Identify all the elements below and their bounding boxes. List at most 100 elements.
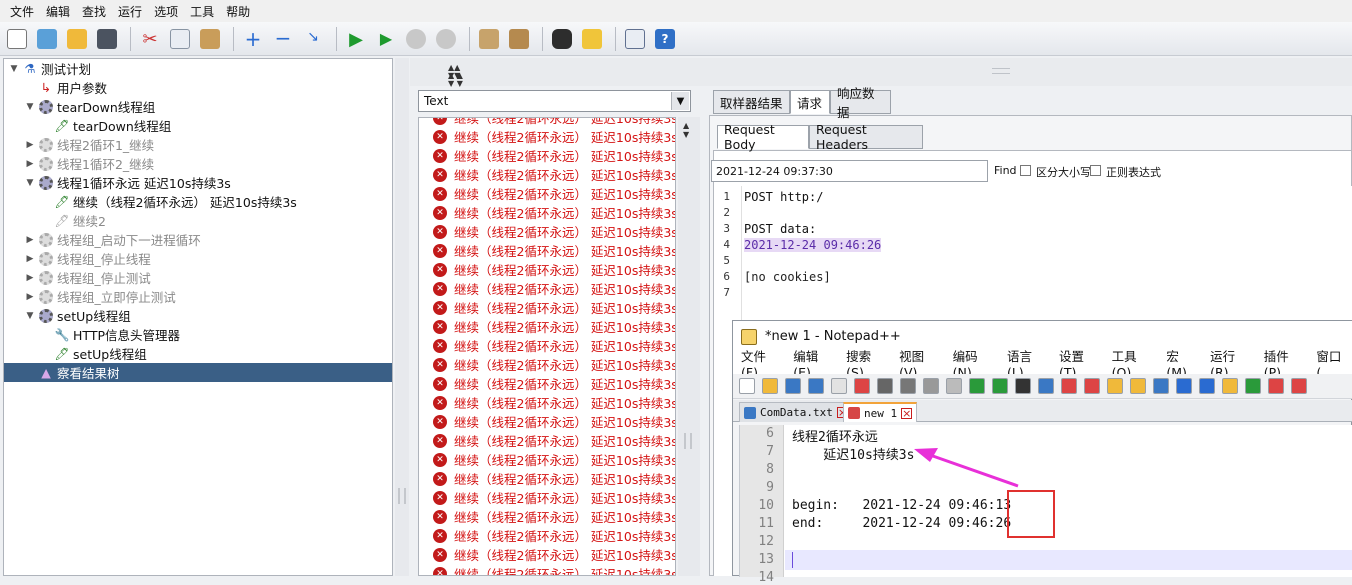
list-item[interactable]: ✕ 继续（线程2循环永远） 延迟10s持续3s — [433, 431, 675, 450]
tree-node[interactable]: ▶ 线程组_停止测试 — [4, 268, 151, 287]
list-item[interactable]: ✕ 继续（线程2循环永远） 延迟10s持续3s — [433, 450, 675, 469]
notepad-tool-icon[interactable] — [1038, 378, 1054, 394]
tree-node[interactable]: ▲ 察看结果树 — [4, 363, 392, 382]
list-item[interactable]: ✕ 继续（线程2循环永远） 延迟10s持续3s — [433, 374, 675, 393]
chevron-down-icon[interactable]: ▼ — [671, 92, 689, 110]
tree-node[interactable]: ▼ setUp线程组 — [4, 306, 131, 325]
list-item[interactable]: ✕ 继续（线程2循环永远） 延迟10s持续3s — [433, 222, 675, 241]
regex-checkbox[interactable] — [1090, 165, 1101, 176]
list-item[interactable]: ✕ 继续（线程2循环永远） 延迟10s持续3s — [433, 317, 675, 336]
tree-node[interactable]: ▼ tearDown线程组 — [4, 97, 155, 116]
list-item[interactable]: ✕ 继续（线程2循环永远） 延迟10s持续3s — [433, 279, 675, 298]
renderer-select[interactable]: Text ▼ — [418, 90, 691, 112]
tree-node[interactable]: ↳ 用户参数 — [4, 78, 107, 97]
tree-toggle-icon[interactable]: ▶ — [24, 292, 36, 302]
tab-request-body[interactable]: Request Body — [717, 122, 809, 152]
tree-node[interactable]: 🖊 tearDown线程组 — [4, 116, 171, 135]
tree-toggle-icon[interactable]: ▶ — [24, 235, 36, 245]
list-item[interactable]: ✕ 继续（线程2循环永远） 延迟10s持续3s — [433, 564, 675, 575]
list-item[interactable]: ✕ 继续（线程2循环永远） 延迟10s持续3s — [433, 184, 675, 203]
save-icon[interactable] — [94, 26, 120, 52]
tab-request-headers[interactable]: Request Headers — [809, 122, 923, 152]
templates-icon[interactable] — [34, 26, 60, 52]
notepad-tool-icon[interactable] — [877, 378, 893, 394]
notepad-tool-icon[interactable] — [762, 378, 778, 394]
tab-response-data[interactable]: 响应数据 — [830, 86, 891, 120]
menu-item[interactable]: 工具 — [184, 3, 220, 20]
tree-toggle-icon[interactable]: ▶ — [24, 159, 36, 169]
notepad-tool-icon[interactable] — [1268, 378, 1284, 394]
close-icon[interactable]: × — [901, 407, 913, 419]
menu-item[interactable]: 运行 — [112, 3, 148, 20]
list-item[interactable]: ✕ 继续（线程2循环永远） 延迟10s持续3s — [433, 165, 675, 184]
notepad-tool-icon[interactable] — [739, 378, 755, 394]
notepad-tool-icon[interactable] — [1291, 378, 1307, 394]
tree-node[interactable]: ▶ 线程组_立即停止测试 — [4, 287, 176, 306]
tab-comdata[interactable]: ComData.txt × — [739, 402, 853, 422]
clear-icon[interactable] — [476, 26, 502, 52]
stop-icon[interactable] — [403, 26, 429, 52]
left-splitter[interactable] — [395, 58, 409, 576]
tree-node[interactable]: 🖊 继续（线程2循环永远） 延迟10s持续3s — [4, 192, 296, 211]
tree-toggle-icon[interactable]: ▶ — [24, 273, 36, 283]
list-item[interactable]: ✕ 继续（线程2循环永远） 延迟10s持续3s — [433, 118, 675, 127]
list-item[interactable]: ✕ 继续（线程2循环永远） 延迟10s持续3s — [433, 203, 675, 222]
search-binoculars-icon[interactable] — [549, 26, 575, 52]
tree-node[interactable]: ▶ 线程2循环1_继续 — [4, 135, 154, 154]
notepad-tool-icon[interactable] — [1245, 378, 1261, 394]
tree-node[interactable]: ▶ 线程1循环2_继续 — [4, 154, 154, 173]
toggle-icon[interactable]: ↘ — [300, 26, 326, 52]
search-input[interactable]: 2021-12-24 09:37:30 — [711, 160, 988, 182]
menu-item[interactable]: 编辑 — [40, 3, 76, 20]
tree-node[interactable]: ▶ 线程组_停止线程 — [4, 249, 151, 268]
reset-search-icon[interactable] — [579, 26, 605, 52]
list-item[interactable]: ✕ 继续（线程2循环永远） 延迟10s持续3s — [433, 355, 675, 374]
list-item[interactable]: ✕ 继续（线程2循环永远） 延迟10s持续3s — [433, 526, 675, 545]
notepad-tool-icon[interactable] — [808, 378, 824, 394]
tree-toggle-icon[interactable]: ▶ — [24, 140, 36, 150]
menu-item[interactable]: 选项 — [148, 3, 184, 20]
list-item[interactable]: ✕ 继续（线程2循环永远） 延迟10s持续3s — [433, 336, 675, 355]
case-sensitive-checkbox[interactable] — [1020, 165, 1031, 176]
list-item[interactable]: ✕ 继续（线程2循环永远） 延迟10s持续3s — [433, 507, 675, 526]
start-icon[interactable]: ▶ — [343, 26, 369, 52]
results-splitter[interactable]: ▲ ▼ — [678, 117, 700, 576]
list-item[interactable]: ✕ 继续（线程2循环永远） 延迟10s持续3s — [433, 298, 675, 317]
tab-request[interactable]: 请求 — [790, 90, 830, 114]
menu-item[interactable]: 文件 — [4, 3, 40, 20]
find-button[interactable]: Find — [994, 164, 1017, 177]
list-item[interactable]: ✕ 继续（线程2循环永远） 延迟10s持续3s — [433, 241, 675, 260]
tree-node[interactable]: ▶ 线程组_启动下一进程循环 — [4, 230, 201, 249]
tree-node[interactable]: 🔧 HTTP信息头管理器 — [4, 325, 180, 344]
notepad-tool-icon[interactable] — [1153, 378, 1169, 394]
new-file-icon[interactable] — [4, 26, 30, 52]
start-no-pause-icon[interactable]: ▶ — [373, 26, 399, 52]
list-item[interactable]: ✕ 继续（线程2循环永远） 延迟10s持续3s — [433, 469, 675, 488]
tree-node[interactable]: ▼ 线程1循环永远 延迟10s持续3s — [4, 173, 231, 192]
list-item[interactable]: ✕ 继续（线程2循环永远） 延迟10s持续3s — [433, 127, 675, 146]
notepad-tool-icon[interactable] — [900, 378, 916, 394]
list-item[interactable]: ✕ 继续（线程2循环永远） 延迟10s持续3s — [433, 545, 675, 564]
tree-node[interactable]: 🖊 继续2 — [4, 211, 106, 230]
notepad-tool-icon[interactable] — [1107, 378, 1123, 394]
cut-icon[interactable]: ✂ — [137, 26, 163, 52]
notepad-tool-icon[interactable] — [1222, 378, 1238, 394]
tab-new-1[interactable]: new 1 × — [843, 402, 918, 422]
list-item[interactable]: ✕ 继续（线程2循环永远） 延迟10s持续3s — [433, 260, 675, 279]
paste-icon[interactable] — [197, 26, 223, 52]
copy-icon[interactable] — [167, 26, 193, 52]
tab-sampler-result[interactable]: 取样器结果 — [713, 90, 790, 114]
tree-toggle-icon[interactable]: ▼ — [24, 311, 36, 321]
tree-toggle-icon[interactable]: ▶ — [24, 254, 36, 264]
notepad-tool-icon[interactable] — [785, 378, 801, 394]
tree-toggle-icon[interactable]: ▼ — [24, 102, 36, 112]
notepad-tool-icon[interactable] — [1061, 378, 1077, 394]
tree-node[interactable]: ▼ ⚗ 测试计划 — [4, 59, 91, 78]
list-item[interactable]: ✕ 继续（线程2循环永远） 延迟10s持续3s — [433, 488, 675, 507]
notepad-tool-icon[interactable] — [923, 378, 939, 394]
notepad-tool-icon[interactable] — [1084, 378, 1100, 394]
menu-item[interactable]: 帮助 — [220, 3, 256, 20]
open-folder-icon[interactable] — [64, 26, 90, 52]
help-icon[interactable]: ? — [652, 26, 678, 52]
list-item[interactable]: ✕ 继续（线程2循环永远） 延迟10s持续3s — [433, 412, 675, 431]
